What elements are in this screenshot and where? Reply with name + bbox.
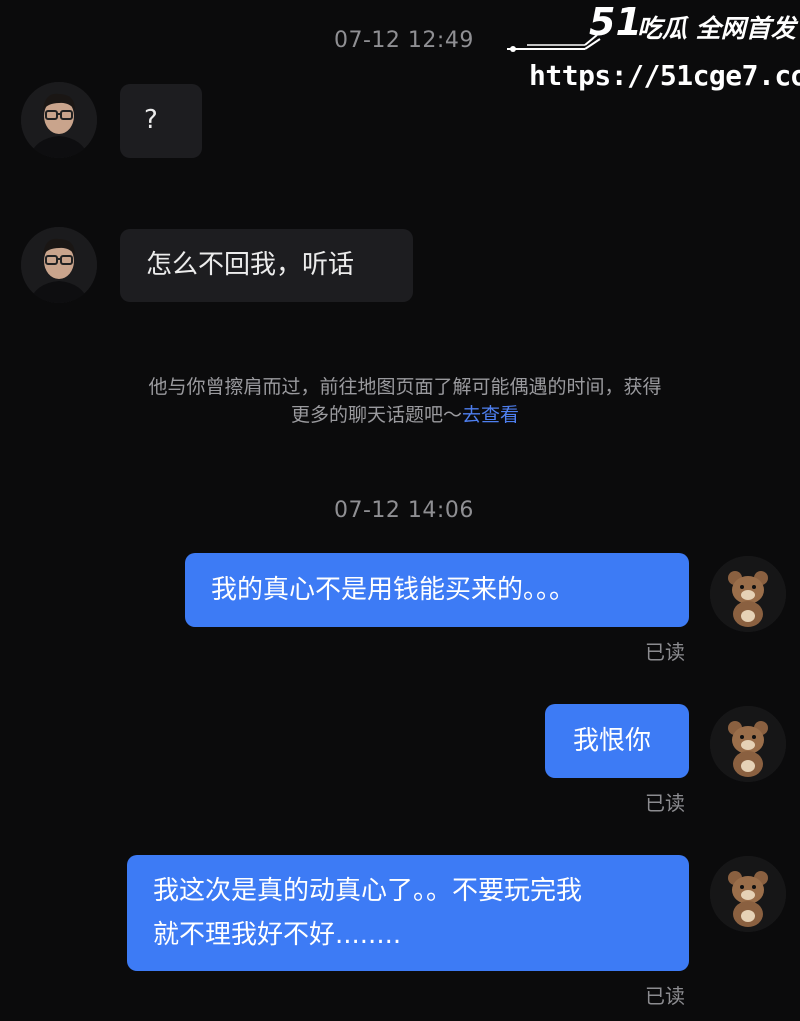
system-notice-text: 更多的聊天话题吧～ (290, 404, 462, 426)
message-text: ? (144, 105, 158, 135)
user-avatar-bear-icon[interactable] (710, 556, 786, 632)
watermark-title: 吃瓜 全网首发 (637, 14, 796, 43)
outgoing-message-bubble[interactable]: 我的真心不是用钱能买来的。。。 (185, 553, 689, 627)
contact-avatar[interactable] (21, 227, 97, 303)
message-text-line: 我这次是真的动真心了。。不要玩完我 (153, 876, 583, 906)
timestamp: 07-12 12:49 (334, 28, 474, 53)
outgoing-message-bubble[interactable]: 我恨你 (545, 704, 689, 778)
incoming-message-bubble[interactable]: ? (120, 84, 202, 158)
outgoing-message-bubble[interactable]: 我这次是真的动真心了。。不要玩完我 就不理我好不好........ (127, 855, 689, 971)
message-text: 我的真心不是用钱能买来的。。。 (211, 575, 576, 605)
watermark-number: 51 (589, 0, 642, 44)
read-status: 已读 (645, 640, 685, 664)
watermark: 51 吃瓜 全网首发 https://51cge7.com (505, 0, 800, 100)
message-text: 怎么不回我，听话 (146, 250, 355, 280)
user-avatar-bear-icon[interactable] (710, 706, 786, 782)
read-status: 已读 (645, 984, 685, 1008)
message-text-line: 就不理我好不好........ (153, 920, 402, 950)
contact-avatar[interactable] (21, 82, 97, 158)
timestamp: 07-12 14:06 (334, 498, 474, 523)
view-map-link[interactable]: 去查看 (462, 404, 519, 426)
message-text: 我恨你 (573, 726, 652, 756)
incoming-message-bubble[interactable]: 怎么不回我，听话 (120, 229, 413, 302)
watermark-url: https://51cge7.com (529, 59, 800, 92)
system-notice: 他与你曾擦肩而过，前往地图页面了解可能偶遇的时间，获得 更多的聊天话题吧～去查看 (60, 373, 750, 429)
system-notice-line: 他与你曾擦肩而过，前往地图页面了解可能偶遇的时间，获得 (148, 376, 662, 398)
system-notice-line: 更多的聊天话题吧～去查看 (60, 401, 750, 429)
read-status: 已读 (645, 791, 685, 815)
user-avatar-bear-icon[interactable] (710, 856, 786, 932)
